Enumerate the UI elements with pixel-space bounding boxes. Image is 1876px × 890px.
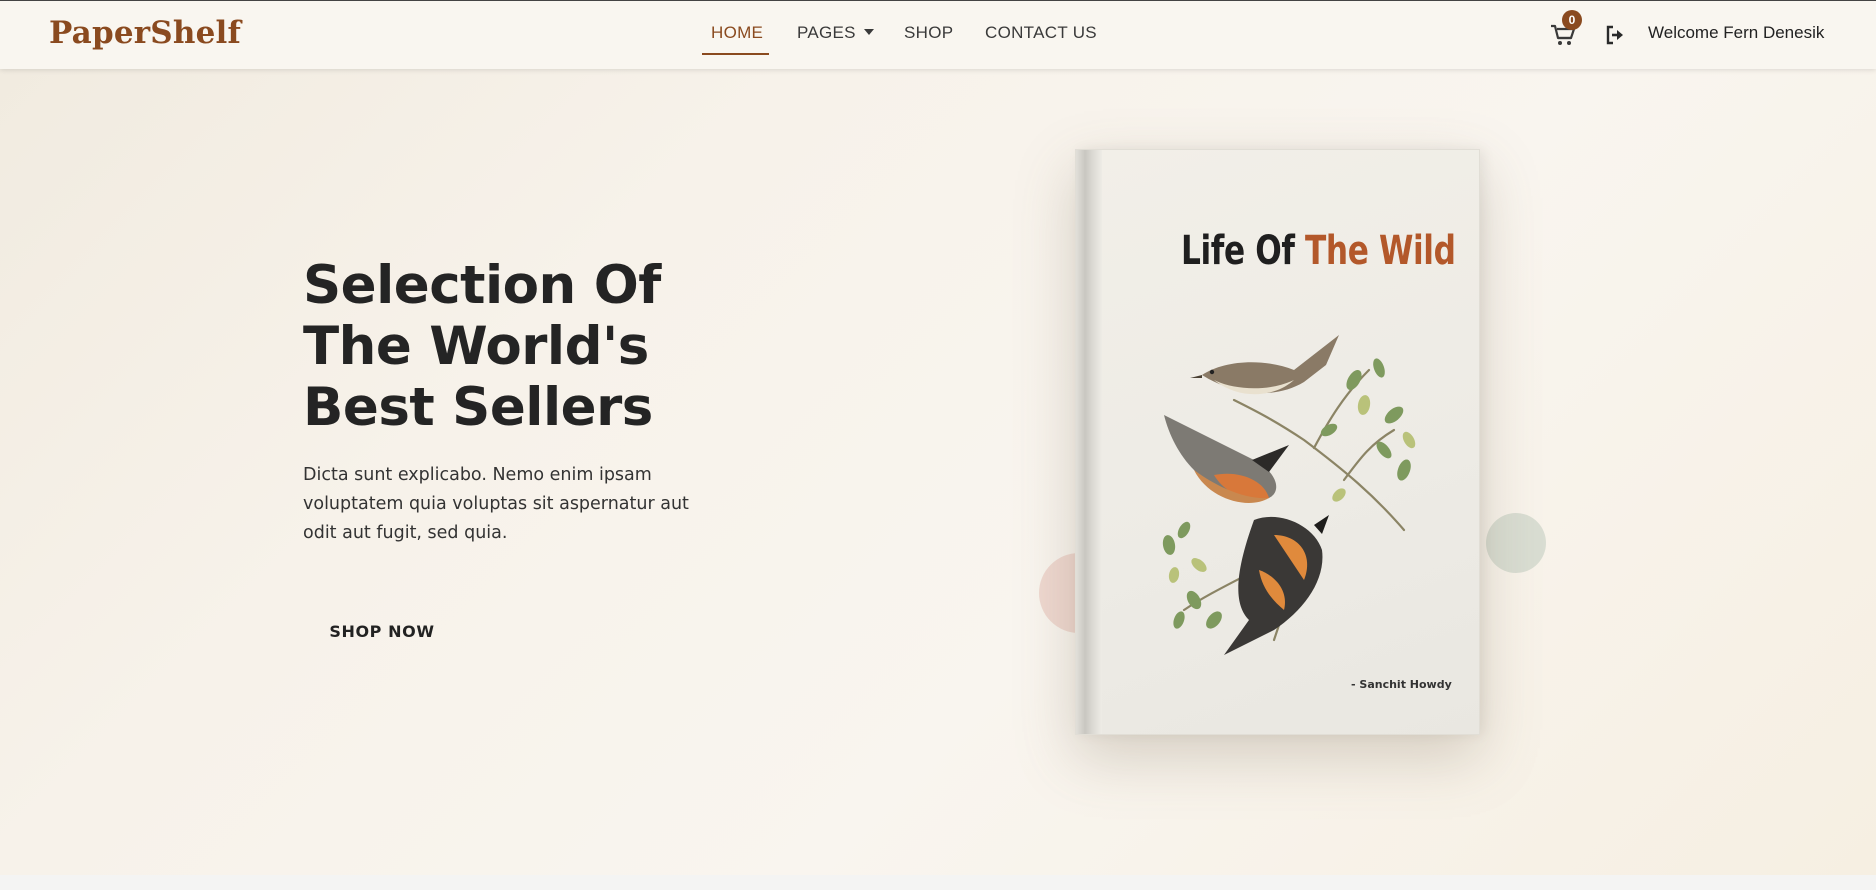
hero-subtext: Dicta sunt explicabo. Nemo enim ipsam vo… [303,465,689,543]
decorative-circle-green [1486,513,1546,573]
nav-pages[interactable]: PAGES [797,23,874,43]
birds-illustration [1162,335,1416,655]
shop-now-button[interactable]: SHOP NOW [303,609,461,655]
nav-contact-us[interactable]: CONTACT US [985,23,1097,43]
cart-count-badge: 0 [1562,10,1582,30]
book-title-part1: Life Of [1181,228,1306,274]
hero-headline: Selection Of The World's Best Sellers [303,255,661,438]
sign-out-icon[interactable] [1604,24,1626,46]
book-title-part2: The Wild [1305,228,1456,274]
book-author: - Sanchit Howdy [1351,678,1452,691]
nav-home[interactable]: HOME [711,23,763,43]
featured-book-cover[interactable]: Life Of The Wild - Sanchit Howdy [1075,149,1480,735]
welcome-user-text: Welcome Fern Denesik [1648,23,1825,42]
section-divider [0,875,1876,890]
nav-pages-label: PAGES [797,23,856,42]
book-spine [1076,150,1102,734]
brand-logo[interactable]: PaperShelf [49,15,241,51]
top-navbar: PaperShelf HOME PAGES SHOP CONTACT US 0 … [0,0,1876,69]
book-title: Life Of The Wild [1181,228,1456,274]
nav-shop[interactable]: SHOP [904,23,953,43]
caret-down-icon [863,29,874,35]
hero-section: Selection Of The World's Best Sellers Di… [0,69,1876,875]
nav-active-underline [702,53,769,55]
